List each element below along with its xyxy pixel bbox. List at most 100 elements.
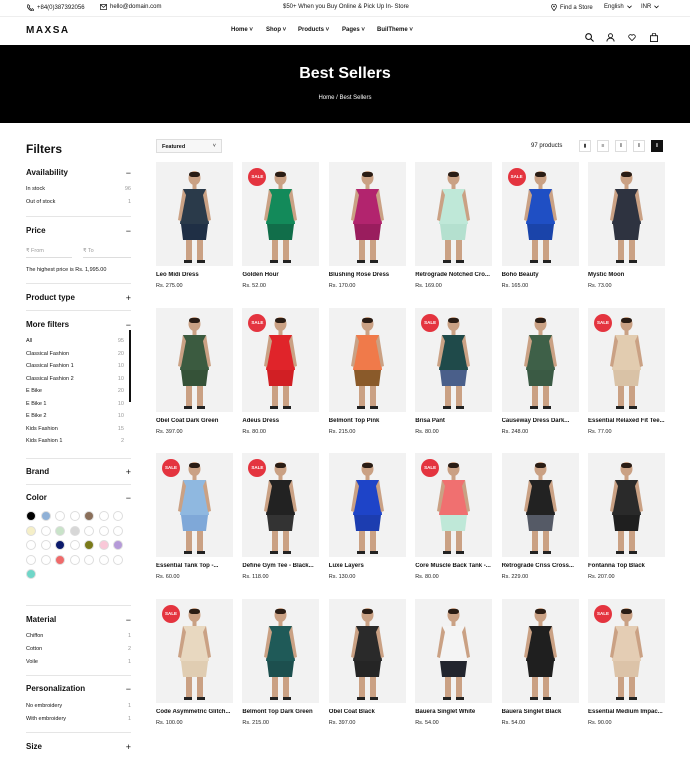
currency-select[interactable]: INR <box>641 4 660 10</box>
product-card[interactable]: Belmont Top Pink Rs. 215.00 <box>328 307 406 435</box>
color-swatch[interactable] <box>113 540 123 550</box>
product-name[interactable]: Mystic Moon <box>588 272 665 278</box>
product-name[interactable]: Core Muscle Back Tank -... <box>415 563 492 569</box>
color-swatch[interactable] <box>40 540 51 550</box>
color-swatch[interactable] <box>98 554 109 565</box>
product-image[interactable]: SALE <box>501 162 579 266</box>
color-swatch[interactable] <box>69 540 80 550</box>
filter-option[interactable]: All 95 <box>26 338 124 344</box>
color-swatch[interactable] <box>69 511 80 521</box>
nav-home[interactable]: Home ˅ <box>231 27 253 33</box>
price-to-input[interactable]: ₹ To <box>83 248 131 258</box>
product-card[interactable]: Obel Coat Black Rs. 397.00 <box>328 598 406 726</box>
filter-personalization-toggle[interactable]: Personalization − <box>26 684 131 694</box>
product-card[interactable]: Leo Midi Dress Rs. 275.00 <box>156 162 233 289</box>
product-card[interactable]: Causeway Dress Dark... Rs. 248.00 <box>501 307 579 435</box>
product-image[interactable] <box>588 162 665 266</box>
color-swatch[interactable] <box>40 525 51 536</box>
color-swatch[interactable] <box>98 511 109 521</box>
filter-option[interactable]: Classical Fashion 1 10 <box>26 363 124 369</box>
product-name[interactable]: Boho Beauty <box>502 272 579 278</box>
filter-color-toggle[interactable]: Color − <box>26 493 131 503</box>
product-image[interactable]: SALE <box>415 307 493 412</box>
filter-option[interactable]: Classical Fashion 20 <box>26 351 124 357</box>
product-image[interactable] <box>156 307 233 412</box>
product-name[interactable]: Adeus Dress <box>242 418 319 424</box>
sort-select[interactable]: Featured ˅ <box>156 139 222 153</box>
filter-availability-toggle[interactable]: Availability − <box>26 168 131 178</box>
product-card[interactable]: Blushing Rose Dress Rs. 170.00 <box>328 162 406 289</box>
product-name[interactable]: Belmont Top Pink <box>329 418 406 424</box>
product-image[interactable] <box>501 453 579 557</box>
filter-option[interactable]: Kids Fashion 12 <box>26 438 124 444</box>
product-image[interactable]: SALE <box>156 598 233 703</box>
filter-option[interactable]: Chiffon 1 <box>26 633 131 639</box>
product-image[interactable]: SALE <box>242 453 320 557</box>
cart-bag-icon[interactable] <box>650 33 658 42</box>
nav-builtheme[interactable]: BuilTheme ˅ <box>377 27 413 33</box>
product-name[interactable]: Obel Coat Dark Green <box>156 418 233 424</box>
product-card[interactable]: Belmont Top Dark Green Rs. 215.00 <box>242 598 320 726</box>
product-image[interactable] <box>501 598 579 703</box>
filter-brand-toggle[interactable]: Brand + <box>26 467 131 477</box>
filter-product-type-toggle[interactable]: Product type + <box>26 293 131 303</box>
filter-price-toggle[interactable]: Price − <box>26 226 131 236</box>
product-card[interactable]: Mystic Moon Rs. 73.00 <box>588 162 665 289</box>
color-swatch[interactable] <box>113 525 123 536</box>
product-card[interactable]: SALE Adeus Dress Rs. 80.00 <box>242 307 320 435</box>
color-swatch[interactable] <box>26 554 36 565</box>
product-name[interactable]: Brisa Pant <box>415 418 492 424</box>
logo[interactable]: MAXSA <box>26 25 70 36</box>
color-swatch[interactable] <box>55 511 65 521</box>
product-card[interactable]: SALE Essential Relaxed Fit Tee... Rs. 77.0… <box>588 307 665 435</box>
filter-option[interactable]: E Bike 2 10 <box>26 413 124 419</box>
nav-shop[interactable]: Shop ˅ <box>266 27 286 33</box>
price-from-input[interactable]: ₹ From <box>26 248 72 258</box>
product-name[interactable]: Bauera Singlet White <box>415 709 492 715</box>
find-store-link[interactable]: Find a Store <box>551 4 593 11</box>
color-swatch[interactable] <box>84 525 94 536</box>
product-name[interactable]: Retrograde Criss Cross... <box>502 563 579 569</box>
product-name[interactable]: Essential Medium Impac... <box>588 709 665 715</box>
color-swatch[interactable] <box>113 554 123 565</box>
product-name[interactable]: Blushing Rose Dress <box>329 272 406 278</box>
filter-option[interactable]: Out of stock 1 <box>26 199 131 205</box>
product-card[interactable]: Obel Coat Dark Green Rs. 397.00 <box>156 307 233 435</box>
search-icon[interactable] <box>585 33 594 42</box>
wishlist-heart-icon[interactable] <box>628 34 636 41</box>
product-card[interactable]: Luxe Layers Rs. 130.00 <box>328 453 406 580</box>
color-swatch[interactable] <box>98 525 109 536</box>
product-card[interactable]: Bauera Singlet Black Rs. 54.00 <box>501 598 579 726</box>
product-name[interactable]: Essential Tank Top -... <box>156 563 233 569</box>
product-image[interactable] <box>328 453 406 557</box>
product-name[interactable]: Bauera Singlet Black <box>502 709 579 715</box>
color-swatch[interactable] <box>98 540 109 550</box>
color-swatch[interactable] <box>84 540 94 550</box>
filter-option[interactable]: Classical Fashion 2 10 <box>26 376 124 382</box>
color-swatch[interactable] <box>26 525 36 536</box>
filter-option[interactable]: Kids Fashion 15 <box>26 426 124 432</box>
product-card[interactable]: SALE Brisa Pant Rs. 80.00 <box>415 307 493 435</box>
language-select[interactable]: English <box>604 4 632 10</box>
filter-more-toggle[interactable]: More filters − <box>26 320 131 330</box>
product-card[interactable]: Retrograde Notched Cro... Rs. 169.00 <box>415 162 493 289</box>
color-swatch[interactable] <box>84 511 94 521</box>
color-swatch[interactable] <box>26 569 36 579</box>
more-filters-list[interactable]: All 95 Classical Fashion 20 Classical Fashio… <box>26 338 131 451</box>
product-image[interactable] <box>501 307 579 412</box>
product-image[interactable] <box>415 598 493 703</box>
filter-size-toggle[interactable]: Size + <box>26 742 131 752</box>
product-name[interactable]: Fontanna Top Black <box>588 563 665 569</box>
view-4-column-button[interactable]: ⦀ <box>633 140 645 152</box>
product-image[interactable] <box>242 598 320 703</box>
view-6-column-button[interactable]: ⦀ <box>651 140 663 152</box>
product-name[interactable]: Golden Hour <box>242 272 319 278</box>
product-card[interactable]: SALE Define Gym Tee - Black... Rs. 118.00 <box>242 453 320 580</box>
product-image[interactable] <box>328 162 406 266</box>
product-image[interactable]: SALE <box>415 453 493 557</box>
view-list-button[interactable]: ≡ <box>597 140 609 152</box>
nav-products[interactable]: Products ˅ <box>298 27 329 33</box>
product-card[interactable]: SALE Core Muscle Back Tank -... Rs. 80.00 <box>415 453 493 580</box>
color-swatch[interactable] <box>40 511 51 521</box>
color-swatch[interactable] <box>55 554 65 565</box>
